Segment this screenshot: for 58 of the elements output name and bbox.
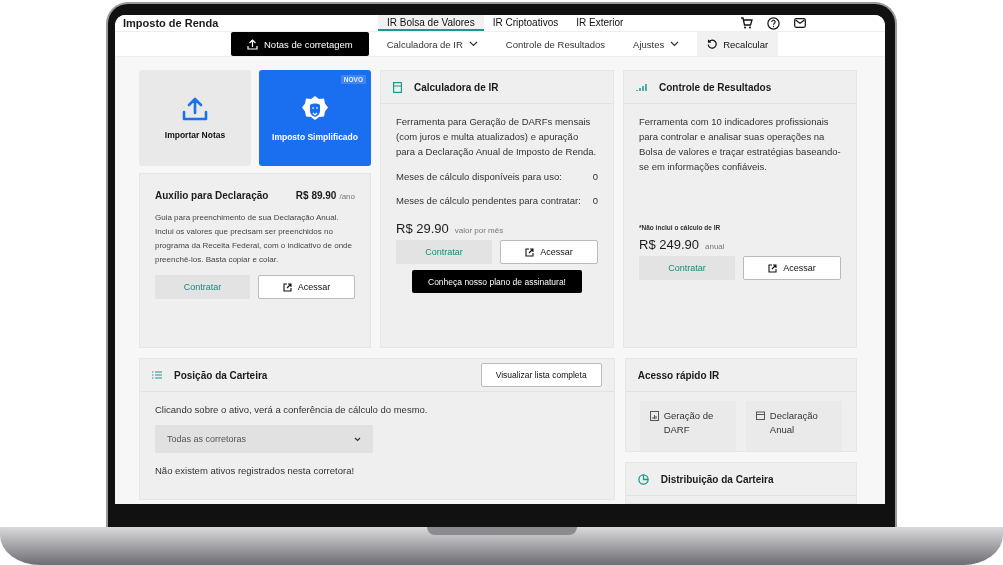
app-title: Imposto de Renda <box>123 17 220 29</box>
access-button[interactable]: Acessar <box>743 256 841 280</box>
mail-icon[interactable] <box>794 18 807 28</box>
card-description: Ferramenta com 10 indicadores profissionais para controlar e analisar suas operações na Bolsa de valores e traçar estratégias baseando-se em informações confiáveis. <box>639 115 841 174</box>
external-link-icon <box>768 263 778 273</box>
card-description: Ferramenta para Geração de DARFs mensais (com juros e multa atualizados) e apuração para a Declaração Anual de Imposto de Renda. <box>396 115 598 159</box>
hint-text: Clicando sobre o ativo, verá a conferência de cálculo do mesmo. <box>155 403 429 417</box>
chevron-icon <box>670 41 680 47</box>
price: R$ 249.90 <box>639 237 699 252</box>
upload-icon <box>182 96 208 121</box>
dropdown-menu[interactable]: Ajustes <box>623 32 690 56</box>
price: R$ 89.90 <box>295 190 337 201</box>
chevron-icon <box>468 41 478 47</box>
dropdown-menu[interactable]: Calculadora de IR <box>376 32 488 56</box>
access-button[interactable]: Acessar <box>258 275 355 299</box>
stat-value: 0 <box>592 195 598 206</box>
list-icon <box>152 371 162 379</box>
calculator-icon <box>393 81 402 93</box>
empty-message: Não existem ativos registrados nesta corretora! <box>155 464 356 478</box>
bar-chart-icon <box>636 82 647 92</box>
price-unit: anual <box>705 242 725 251</box>
help-icon[interactable] <box>767 16 781 30</box>
chevron-icon <box>354 436 361 442</box>
view-list-button[interactable]: Visualizar lista completa <box>480 363 602 387</box>
quick-access-item[interactable]: Geração de DARF <box>639 401 736 451</box>
calendar-icon <box>755 411 765 420</box>
import-tile[interactable]: Importar Notas <box>139 70 251 166</box>
card-title: Controle de Resultados <box>659 81 773 93</box>
upload-icon <box>247 38 258 50</box>
contract-button[interactable]: Contratar <box>155 275 250 299</box>
external-link-icon <box>525 247 535 257</box>
card-title: Auxílio para Declaração <box>155 190 270 201</box>
nav-tab[interactable]: IR Criptoativos <box>483 15 568 31</box>
broker-select[interactable]: Todas as corretoras <box>155 425 373 453</box>
access-button[interactable]: Acessar <box>500 240 598 264</box>
pie-chart-icon <box>637 473 649 485</box>
recalculate-button[interactable]: Recalcular <box>697 32 779 56</box>
cart-icon[interactable] <box>740 17 754 29</box>
stat-label: Meses de cálculo pendentes para contratar: <box>396 195 581 206</box>
price-unit: /ano <box>339 192 355 201</box>
price: R$ 29.90 <box>396 221 449 236</box>
subscription-button[interactable]: Conheça nosso plano de assinatura! <box>412 270 582 293</box>
card-description: Guia para preenchimento de sua Declaração Anual. Inclui os valores que precisam ser preenchidos no programa da Receita Federal, com o indicativo de onde preenchê-los. Basta copiar e colar. <box>155 212 353 266</box>
refresh-icon <box>707 39 718 49</box>
card-title: Distribuição da Carteira <box>660 473 775 485</box>
nav-tab[interactable]: IR Exterior <box>567 15 633 31</box>
card-title: Calculadora de IR <box>414 81 500 93</box>
card-title: Posição da Carteira <box>174 369 269 381</box>
price-unit: valor por mês <box>454 226 504 235</box>
nav-link[interactable]: Controle de Resultados <box>495 32 616 56</box>
stat-label: Meses de cálculo disponíveis para uso: <box>396 171 562 182</box>
card-title: Acesso rápido IR <box>637 369 721 381</box>
nav-tab[interactable]: IR Bolsa de Valores <box>378 15 484 31</box>
external-link-icon <box>282 282 292 292</box>
quick-access-item[interactable]: Declaração Anual <box>745 401 842 451</box>
upload-button[interactable]: Notas de corretagem <box>231 32 369 56</box>
stat-value: 0 <box>592 171 598 182</box>
document-chart-icon <box>649 411 659 421</box>
